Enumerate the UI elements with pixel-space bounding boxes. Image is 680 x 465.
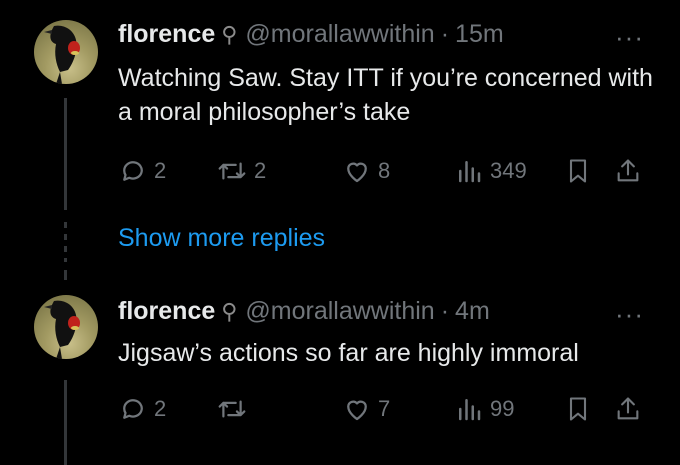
views-button[interactable]: 99 xyxy=(454,394,514,424)
reply-icon xyxy=(123,161,143,181)
thread-gap-dots xyxy=(64,222,67,262)
like-icon xyxy=(347,400,367,421)
thread-line xyxy=(64,380,67,465)
more-options-icon[interactable]: ··· xyxy=(615,24,644,50)
views-button[interactable]: 349 xyxy=(454,156,527,186)
share-icon xyxy=(617,159,639,182)
retweet-button[interactable] xyxy=(216,394,254,424)
reply-count: 2 xyxy=(154,158,167,183)
action-bar: 2 7 99 xyxy=(118,394,648,426)
view-count: 99 xyxy=(490,396,515,421)
like-button[interactable]: 8 xyxy=(342,156,390,186)
retweet-icon xyxy=(218,162,246,180)
bookmark-icon xyxy=(569,397,587,421)
action-bar: 2 2 8 349 xyxy=(118,156,648,188)
avatar[interactable] xyxy=(34,295,98,359)
username-handle[interactable]: @morallawwithin xyxy=(245,297,434,326)
avatar-bird-image xyxy=(44,300,80,359)
retweet-icon xyxy=(218,400,246,418)
reply-button[interactable]: 2 xyxy=(118,156,166,186)
like-icon xyxy=(347,162,367,183)
affiliate-badge-icon: ⚲ xyxy=(221,299,238,324)
view-count: 349 xyxy=(490,158,527,183)
separator-dot: · xyxy=(440,297,450,325)
bookmark-button[interactable] xyxy=(564,156,592,186)
bookmark-button[interactable] xyxy=(564,394,592,424)
like-count: 7 xyxy=(378,396,391,421)
share-icon xyxy=(617,397,639,420)
share-button[interactable] xyxy=(614,394,642,424)
bookmark-icon xyxy=(569,159,587,183)
thread-line xyxy=(64,98,67,210)
show-more-replies-link[interactable]: Show more replies xyxy=(118,224,325,253)
more-options-icon[interactable]: ··· xyxy=(615,301,644,327)
separator-dot: · xyxy=(440,20,450,48)
views-icon xyxy=(459,399,481,421)
views-icon xyxy=(459,161,481,183)
tweet-text: Jigsaw’s actions so far are highly immor… xyxy=(118,339,579,367)
retweet-count: 2 xyxy=(254,158,267,183)
timestamp[interactable]: 4m xyxy=(455,297,490,326)
timestamp[interactable]: 15m xyxy=(455,20,504,49)
share-button[interactable] xyxy=(614,156,642,186)
display-name[interactable]: florence xyxy=(118,20,215,49)
like-count: 8 xyxy=(378,158,391,183)
avatar[interactable] xyxy=(34,20,98,84)
reply-button[interactable]: 2 xyxy=(118,394,166,424)
display-name[interactable]: florence xyxy=(118,297,215,326)
avatar-bird-image xyxy=(44,25,80,84)
like-button[interactable]: 7 xyxy=(342,394,390,424)
reply-icon xyxy=(123,399,143,419)
thread-line xyxy=(64,270,67,280)
username-handle[interactable]: @morallawwithin xyxy=(245,20,434,49)
retweet-button[interactable]: 2 xyxy=(216,156,266,186)
affiliate-badge-icon: ⚲ xyxy=(221,22,238,47)
tweet-text: Watching Saw. Stay ITT if you’re concern… xyxy=(118,64,653,126)
reply-count: 2 xyxy=(154,396,167,421)
